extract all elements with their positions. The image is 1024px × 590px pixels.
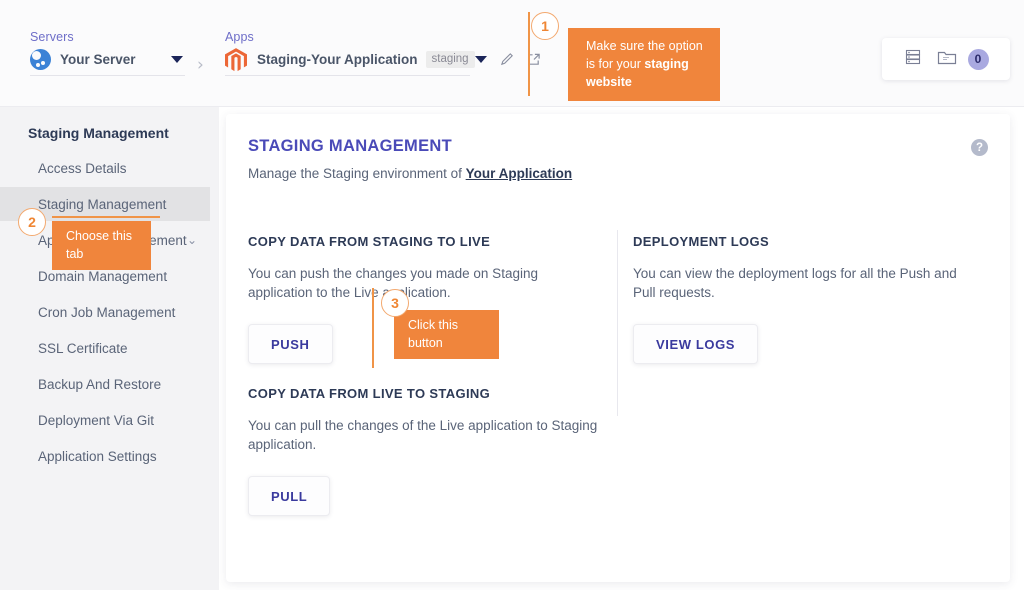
page-title: STAGING MANAGEMENT [248, 137, 453, 155]
sidebar-title: Staging Management [28, 125, 169, 141]
top-right-widget[interactable]: 0 [882, 38, 1010, 80]
server-selector-row[interactable]: Your Server [30, 48, 185, 76]
sidebar-item-label: SSL Certificate [38, 340, 128, 356]
sidebar-item-label: Deployment Via Git [38, 412, 155, 428]
section-heading: COPY DATA FROM LIVE TO STAGING [248, 386, 491, 401]
callout-1-number: 1 [531, 12, 559, 40]
callout-1-pointer-line [528, 12, 530, 96]
sidebar-item-access-details[interactable]: Access Details [0, 151, 219, 185]
sidebar-item-label: Access Details [38, 160, 127, 176]
view-logs-button[interactable]: VIEW LOGS [633, 324, 759, 364]
server-name: Your Server [60, 52, 136, 67]
section-copy-live-to-staging: COPY DATA FROM LIVE TO STAGING You can p… [248, 386, 598, 516]
section-description: You can view the deployment logs for all… [633, 266, 957, 300]
staging-badge: staging [425, 51, 475, 68]
callout-2-pointer-line [52, 216, 160, 218]
app-selector-row[interactable]: Staging-Your Application staging [225, 47, 540, 76]
callout-1-box: Make sure the option is for your staging… [568, 28, 720, 101]
sidebar-item-label: Backup And Restore [38, 376, 162, 392]
pull-button[interactable]: PULL [248, 476, 331, 516]
sidebar-item-application-settings[interactable]: Application Settings [0, 439, 219, 473]
sidebar-item-cron-job-management[interactable]: Cron Job Management [0, 295, 219, 329]
push-button[interactable]: PUSH [248, 324, 333, 364]
app-selector[interactable]: Apps Staging-Your Application staging [225, 30, 540, 76]
sidebar-item-label: Domain Management [38, 268, 168, 284]
section-description: You can push the changes you made on Sta… [248, 266, 538, 300]
callout-2-box: Choose this tab [52, 221, 151, 270]
servers-label: Servers [30, 30, 74, 44]
folder-icon[interactable] [937, 48, 957, 71]
chevron-down-icon[interactable] [474, 56, 487, 63]
chevron-down-icon[interactable] [171, 56, 183, 63]
pencil-icon[interactable] [500, 52, 515, 67]
application-link[interactable]: Your Application [466, 166, 573, 181]
top-navigation-bar: Servers Your Server › Apps Staging-Your … [0, 0, 1024, 107]
server-stack-icon[interactable] [904, 48, 922, 71]
callout-2-number: 2 [18, 208, 46, 236]
app-name: Staging-Your Application [257, 52, 418, 67]
chevron-down-icon[interactable]: ⌄ [187, 233, 197, 247]
cloudways-logo-icon [30, 49, 51, 70]
question-mark-icon[interactable]: ? [971, 139, 988, 156]
column-divider [617, 230, 618, 416]
sidebar-item-label: Staging Management [38, 196, 167, 212]
subtitle-text: Manage the Staging environment of [248, 166, 466, 181]
section-heading: DEPLOYMENT LOGS [633, 234, 769, 249]
app-count-badge: 0 [967, 48, 989, 70]
sidebar-item-backup-and-restore[interactable]: Backup And Restore [0, 367, 219, 401]
callout-3-pointer-line [372, 288, 374, 368]
breadcrumb-separator-icon: › [197, 55, 204, 75]
server-selector[interactable]: Servers Your Server [30, 30, 185, 76]
sidebar-item-deployment-via-git[interactable]: Deployment Via Git [0, 403, 219, 437]
apps-label: Apps [225, 30, 254, 44]
sidebar-item-label: Application Settings [38, 448, 157, 464]
sidebar: Staging Management Access Details Stagin… [0, 107, 219, 590]
sidebar-item-label: Cron Job Management [38, 304, 176, 320]
sidebar-item-ssl-certificate[interactable]: SSL Certificate [0, 331, 219, 365]
callout-3-number: 3 [381, 289, 409, 317]
section-description: You can pull the changes of the Live app… [248, 418, 598, 452]
section-deployment-logs: DEPLOYMENT LOGS You can view the deploym… [633, 234, 973, 364]
section-heading: COPY DATA FROM STAGING TO LIVE [248, 234, 491, 249]
staging-management-card: STAGING MANAGEMENT Manage the Staging en… [226, 114, 1010, 582]
magento-logo-icon [225, 47, 247, 72]
callout-3-box: Click this button [394, 310, 499, 359]
page-subtitle: Manage the Staging environment of Your A… [248, 166, 572, 181]
